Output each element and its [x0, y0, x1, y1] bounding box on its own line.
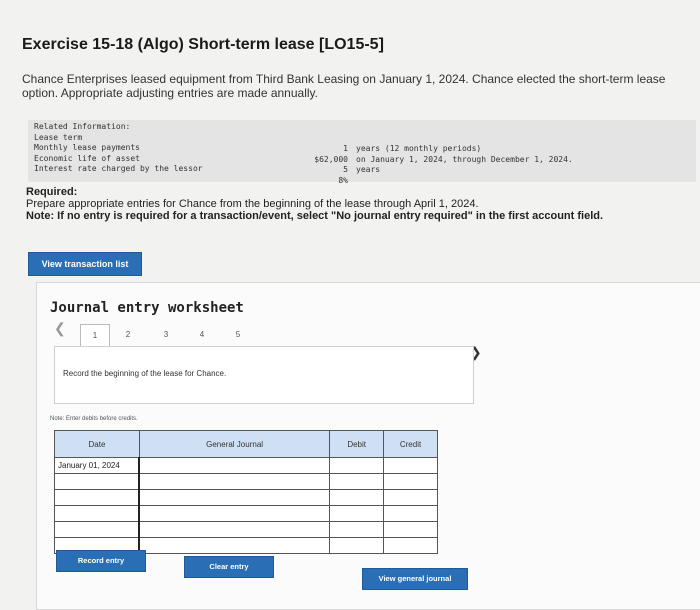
- credit-input[interactable]: [383, 537, 438, 554]
- account-input[interactable]: [138, 473, 331, 490]
- debits-before-credits-note: Note: Enter debits before credits.: [50, 416, 138, 422]
- table-row: [54, 473, 438, 490]
- table-row: January 01, 2024: [54, 457, 438, 474]
- table-row: [54, 505, 438, 522]
- required-note: Note: If no entry is required for a tran…: [26, 210, 604, 222]
- view-transaction-list-button[interactable]: View transaction list: [28, 252, 142, 276]
- record-entry-button[interactable]: Record entry: [56, 550, 146, 572]
- step-1-tab[interactable]: 1: [80, 324, 110, 348]
- credit-input[interactable]: [383, 505, 438, 522]
- problem-intro: Chance Enterprises leased equipment from…: [22, 72, 666, 100]
- date-cell: [54, 473, 140, 490]
- account-input[interactable]: [138, 489, 331, 506]
- info-label-monthly-payments: Monthly lease payments: [34, 143, 140, 152]
- info-value-economic-life: 5: [343, 165, 348, 174]
- info-desc-lease-term: years (12 monthly periods): [356, 144, 482, 153]
- instruction-box: Record the beginning of the lease for Ch…: [54, 346, 474, 404]
- account-input[interactable]: [138, 505, 331, 522]
- required-text: Prepare appropriate entries for Chance f…: [26, 198, 479, 210]
- related-information-box: Related Information: Lease term Monthly …: [28, 120, 696, 185]
- debit-input[interactable]: [329, 473, 385, 490]
- info-desc-economic-life: years: [356, 165, 381, 174]
- view-general-journal-button[interactable]: View general journal: [362, 568, 468, 590]
- info-descriptions: years (12 monthly periods) on January 1,…: [356, 144, 573, 176]
- step-2-tab[interactable]: 2: [114, 324, 142, 346]
- column-general-journal: General Journal: [138, 430, 331, 458]
- info-value-lease-term: 1: [343, 144, 348, 153]
- credit-input[interactable]: [383, 473, 438, 490]
- clear-entry-button[interactable]: Clear entry: [184, 556, 274, 578]
- account-input[interactable]: [138, 457, 331, 474]
- account-input[interactable]: [138, 521, 331, 538]
- info-label-interest-rate: Interest rate charged by the lessor: [34, 164, 203, 173]
- info-labels: Related Information: Lease term Monthly …: [34, 122, 203, 175]
- account-input[interactable]: [138, 537, 331, 554]
- column-debit: Debit: [329, 430, 385, 458]
- debit-input[interactable]: [329, 505, 385, 522]
- debit-input[interactable]: [329, 521, 385, 538]
- column-date: Date: [54, 430, 140, 458]
- date-cell: [54, 489, 140, 506]
- instruction-text: Record the beginning of the lease for Ch…: [63, 369, 227, 378]
- required-heading: Required:: [26, 186, 78, 198]
- debit-input[interactable]: [329, 489, 385, 506]
- info-value-monthly-payments: $62,000: [314, 154, 348, 164]
- worksheet-title: Journal entry worksheet: [50, 300, 244, 316]
- required-section: Required: Prepare appropriate entries fo…: [26, 186, 686, 222]
- journal-entry-table: Date General Journal Debit Credit Januar…: [54, 430, 438, 554]
- debit-input[interactable]: [329, 537, 385, 554]
- info-label-lease-term: Lease term: [34, 132, 83, 142]
- date-cell: January 01, 2024: [54, 457, 140, 474]
- page-title: Exercise 15-18 (Algo) Short-term lease […: [22, 36, 384, 53]
- credit-input[interactable]: [383, 489, 438, 506]
- step-4-tab[interactable]: 4: [188, 324, 216, 346]
- table-row: [54, 489, 438, 506]
- info-values: 1 $62,000 5 8%: [278, 144, 348, 186]
- debit-input[interactable]: [329, 457, 385, 474]
- info-desc-monthly-payments: on January 1, 2024, through December 1, …: [356, 154, 573, 164]
- step-3-tab[interactable]: 3: [152, 324, 180, 346]
- column-credit: Credit: [383, 430, 438, 458]
- credit-input[interactable]: [383, 457, 438, 474]
- date-cell: [54, 521, 140, 538]
- info-heading: Related Information:: [34, 122, 131, 131]
- info-label-economic-life: Economic life of asset: [34, 153, 140, 163]
- table-row: [54, 521, 438, 538]
- info-value-interest-rate: 8%: [338, 175, 348, 185]
- chevron-left-icon[interactable]: ❮: [54, 320, 66, 337]
- step-5-tab[interactable]: 5: [224, 324, 252, 346]
- credit-input[interactable]: [383, 521, 438, 538]
- date-cell: [54, 505, 140, 522]
